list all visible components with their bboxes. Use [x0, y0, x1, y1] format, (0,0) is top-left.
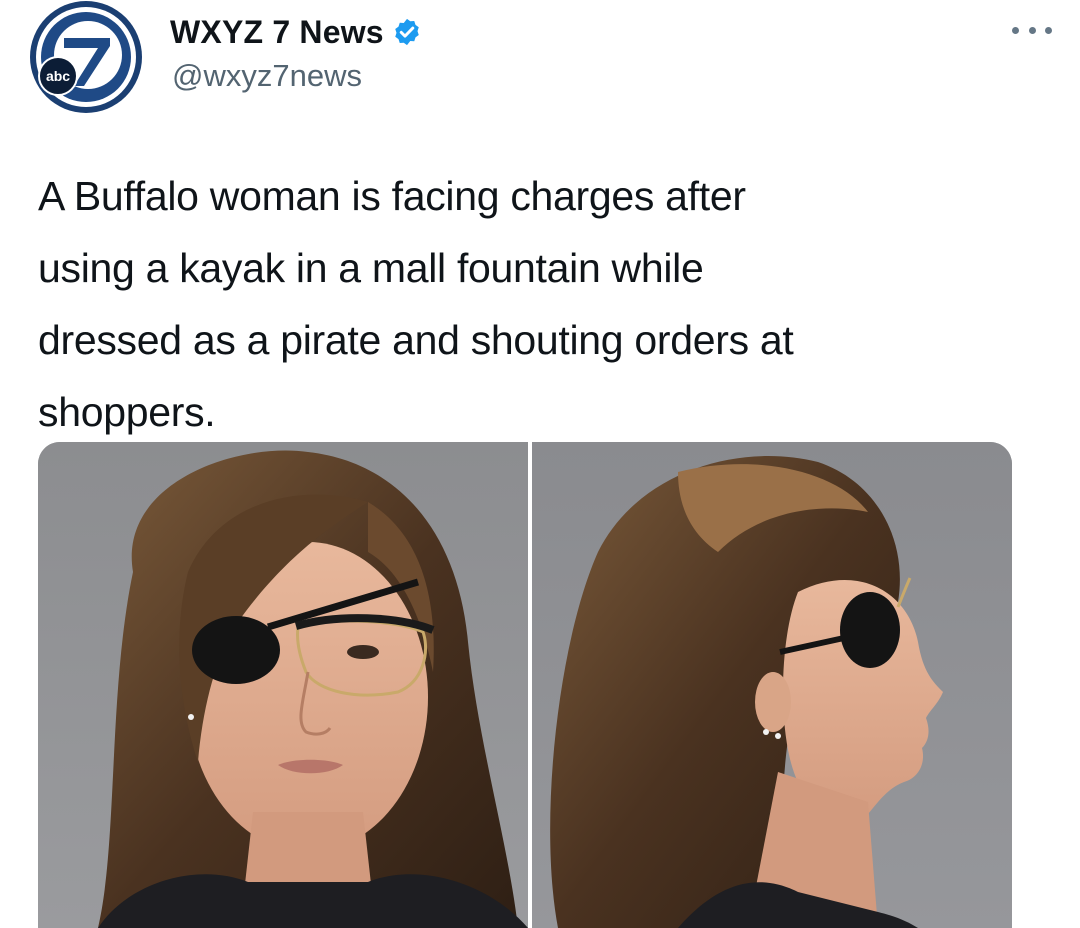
media-image	[38, 442, 1012, 928]
profile-view-photo	[532, 442, 1012, 928]
tweet-text: A Buffalo woman is facing charges after …	[38, 173, 794, 435]
name-row: WXYZ 7 News	[170, 10, 422, 54]
abc7-logo-icon: abc	[30, 1, 142, 113]
verified-badge-icon	[392, 17, 422, 47]
tweet-card: abc WXYZ 7 News @wxyz7news A Buffalo wom…	[0, 0, 1080, 928]
display-name[interactable]: WXYZ 7 News	[170, 14, 384, 51]
front-view-photo	[38, 442, 528, 928]
more-options-icon[interactable]	[1012, 18, 1052, 42]
account-handle[interactable]: @wxyz7news	[172, 58, 362, 94]
svg-text:abc: abc	[46, 68, 70, 84]
avatar[interactable]: abc	[24, 0, 148, 114]
tweet-media[interactable]	[38, 442, 1012, 928]
